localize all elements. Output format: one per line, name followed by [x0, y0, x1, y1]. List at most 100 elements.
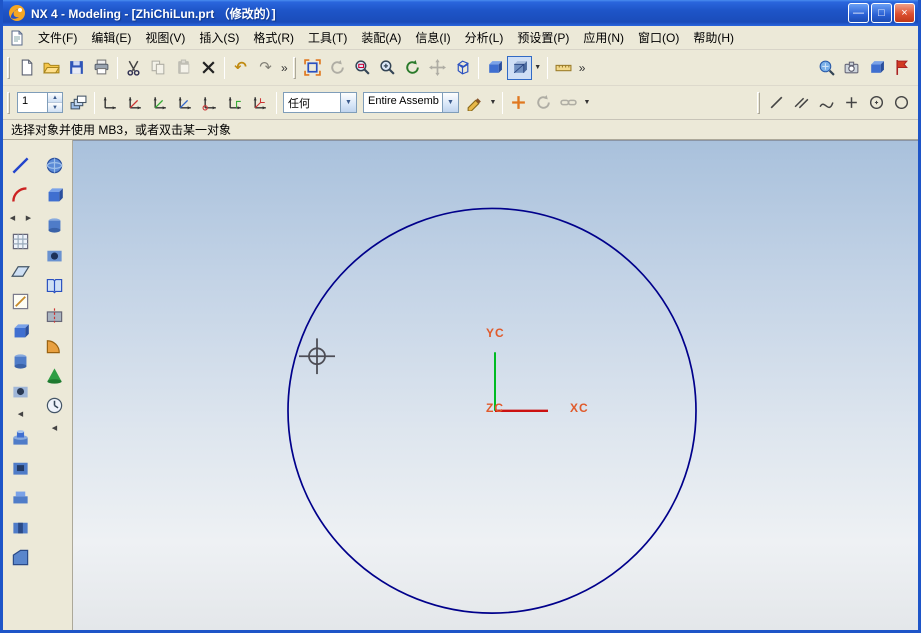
print-button[interactable]: [89, 56, 114, 80]
pocket2-button[interactable]: [41, 242, 69, 268]
circle-button[interactable]: [889, 91, 914, 115]
groove-button[interactable]: [7, 514, 35, 540]
csys-5-button[interactable]: [198, 91, 223, 115]
display-cube-button[interactable]: [864, 56, 889, 80]
display-mode-dropdown[interactable]: ▼: [532, 56, 544, 80]
graphics-canvas[interactable]: [73, 141, 918, 630]
display-mode-button[interactable]: [507, 56, 532, 80]
menu-insert[interactable]: 插入(S): [192, 26, 246, 49]
spline-button[interactable]: [814, 91, 839, 115]
paste-button[interactable]: [171, 56, 196, 80]
collapse-left-button[interactable]: ◀: [6, 212, 20, 224]
menu-edit[interactable]: 编辑(E): [84, 26, 138, 49]
layer-settings-button[interactable]: [66, 91, 91, 115]
datum-csys-button[interactable]: [7, 228, 35, 254]
hole-button[interactable]: [7, 378, 35, 404]
measure-button[interactable]: [551, 56, 576, 80]
toolbar-grip[interactable]: [757, 92, 760, 114]
csys-4-button[interactable]: [173, 91, 198, 115]
zoom-box-button[interactable]: [350, 56, 375, 80]
chevron-down-icon[interactable]: ▼: [340, 93, 356, 112]
toolbar-grip[interactable]: [7, 57, 10, 79]
csys-1-button[interactable]: [98, 91, 123, 115]
csys-2-button[interactable]: [123, 91, 148, 115]
collapse-right-button[interactable]: ▶: [22, 212, 36, 224]
parallel-lines-button[interactable]: [789, 91, 814, 115]
delete-button[interactable]: [196, 56, 221, 80]
arc-button[interactable]: [7, 182, 35, 208]
menu-preferences[interactable]: 预设置(P): [510, 26, 576, 49]
fit-view-button[interactable]: [300, 56, 325, 80]
redo-button[interactable]: ↷: [253, 56, 278, 80]
perspective-button[interactable]: [450, 56, 475, 80]
selection-filter-combo[interactable]: 任何 ▼: [283, 92, 357, 113]
chevron-down-icon[interactable]: ▼: [442, 93, 458, 112]
snap-point-button[interactable]: [506, 91, 531, 115]
pad-button[interactable]: [7, 484, 35, 510]
menu-format[interactable]: 格式(R): [246, 26, 301, 49]
line-tool-button[interactable]: [764, 91, 789, 115]
capture-button[interactable]: [839, 56, 864, 80]
update-button[interactable]: [531, 91, 556, 115]
block-button[interactable]: [41, 182, 69, 208]
pad-book-button[interactable]: [41, 272, 69, 298]
menu-window[interactable]: 窗口(O): [631, 26, 686, 49]
menu-assemblies[interactable]: 装配(A): [354, 26, 408, 49]
chamfer-button[interactable]: [7, 544, 35, 570]
rotate-view-button[interactable]: [400, 56, 425, 80]
cut-button[interactable]: [121, 56, 146, 80]
instance-button[interactable]: [41, 392, 69, 418]
menu-application[interactable]: 应用(N): [576, 26, 631, 49]
refresh-button[interactable]: [325, 56, 350, 80]
menu-file[interactable]: 文件(F): [31, 26, 84, 49]
csys-6-button[interactable]: [223, 91, 248, 115]
selection-intent-button[interactable]: [462, 91, 487, 115]
maximize-button[interactable]: □: [871, 3, 892, 23]
blend-button[interactable]: [41, 332, 69, 358]
point-button[interactable]: [839, 91, 864, 115]
link-dropdown[interactable]: ▼: [581, 91, 593, 115]
close-button[interactable]: ×: [894, 3, 915, 23]
zoom-button[interactable]: [375, 56, 400, 80]
zoom-tool-button[interactable]: [814, 56, 839, 80]
toolbar-overflow-button[interactable]: »: [576, 61, 589, 75]
menu-view[interactable]: 视图(V): [138, 26, 192, 49]
link-button[interactable]: [556, 91, 581, 115]
role-button[interactable]: [889, 56, 914, 80]
collapse-button[interactable]: ◀: [14, 408, 28, 420]
toolbar-overflow-button[interactable]: »: [278, 61, 291, 75]
pan-view-button[interactable]: [425, 56, 450, 80]
menu-analysis[interactable]: 分析(L): [458, 26, 511, 49]
pocket-button[interactable]: [7, 454, 35, 480]
menu-help[interactable]: 帮助(H): [686, 26, 741, 49]
save-button[interactable]: [64, 56, 89, 80]
cone-button[interactable]: [41, 362, 69, 388]
csys-3-button[interactable]: [148, 91, 173, 115]
menu-information[interactable]: 信息(I): [408, 26, 457, 49]
boss-button[interactable]: [7, 424, 35, 450]
sphere-button[interactable]: [41, 152, 69, 178]
boss2-button[interactable]: [41, 212, 69, 238]
open-button[interactable]: [39, 56, 64, 80]
undo-button[interactable]: ↶: [228, 56, 253, 80]
datum-plane-button[interactable]: [7, 258, 35, 284]
sketch-button[interactable]: [7, 288, 35, 314]
minimize-button[interactable]: —: [848, 3, 869, 23]
revolve-button[interactable]: [7, 348, 35, 374]
toolbar-grip[interactable]: [7, 92, 10, 114]
work-layer-combo[interactable]: 1 ▲▼: [17, 92, 63, 113]
graphics-viewport[interactable]: YC XC ZC: [73, 140, 918, 630]
selection-scope-combo[interactable]: Entire Assemb ▼: [363, 92, 459, 113]
copy-button[interactable]: [146, 56, 171, 80]
toolbar-grip[interactable]: [293, 57, 296, 79]
new-button[interactable]: [14, 56, 39, 80]
title-bar[interactable]: NX 4 - Modeling - [ZhiChiLun.prt （修改的）] …: [3, 0, 918, 26]
shaded-display-button[interactable]: [482, 56, 507, 80]
line-button[interactable]: [7, 152, 35, 178]
extrude-button[interactable]: [7, 318, 35, 344]
selection-intent-dropdown[interactable]: ▼: [487, 91, 499, 115]
circle-center-button[interactable]: [864, 91, 889, 115]
menu-tools[interactable]: 工具(T): [301, 26, 354, 49]
collapse-button[interactable]: ◀: [48, 422, 62, 434]
trim-body-button[interactable]: [41, 302, 69, 328]
